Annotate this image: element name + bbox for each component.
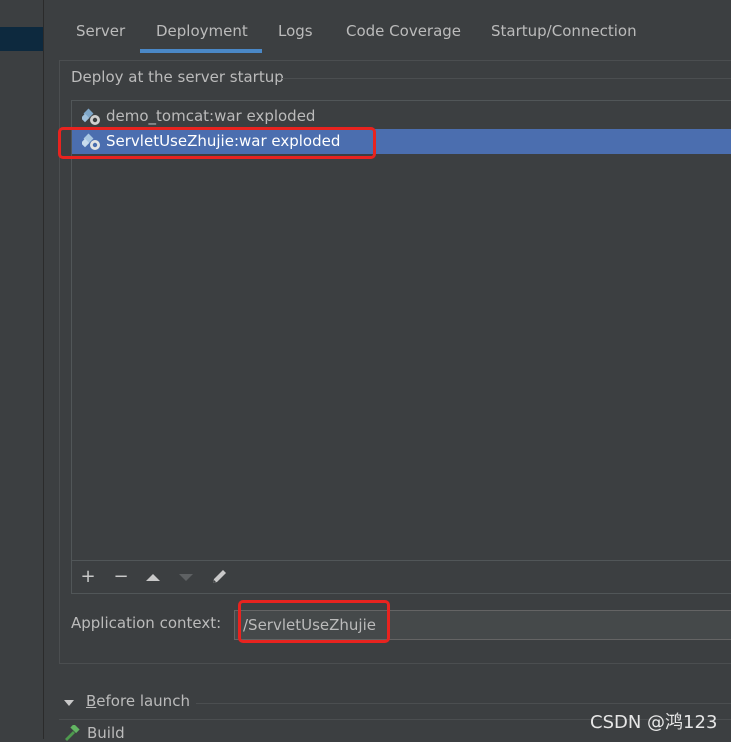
pencil-icon <box>213 570 226 583</box>
left-panel <box>0 0 44 739</box>
artifact-list[interactable]: demo_tomcat:war exploded ServletUseZhuji… <box>71 100 731 594</box>
collapse-arrow-icon[interactable] <box>63 698 75 708</box>
arrow-down-icon <box>179 574 193 581</box>
tab-logs[interactable]: Logs <box>278 10 313 52</box>
section-title: Deploy at the server startup <box>71 68 284 86</box>
add-button[interactable]: + <box>78 567 98 587</box>
list-item[interactable]: demo_tomcat:war exploded <box>72 104 731 129</box>
application-context-label: Application context: <box>71 614 222 632</box>
arrow-up-icon <box>146 574 160 581</box>
remove-button[interactable]: − <box>111 567 131 587</box>
build-label: Build <box>87 724 125 742</box>
tab-deployment[interactable]: Deployment <box>156 10 248 52</box>
artifact-icon <box>80 133 102 151</box>
section-divider <box>282 78 731 79</box>
edit-button[interactable] <box>209 567 229 587</box>
list-toolbar: + − <box>72 560 731 593</box>
tab-startup-connection[interactable]: Startup/Connection <box>491 10 637 52</box>
move-up-button[interactable] <box>143 567 163 587</box>
list-item-selected[interactable]: ServletUseZhujie:war exploded <box>72 129 731 154</box>
list-item-label: demo_tomcat:war exploded <box>106 107 316 125</box>
artifact-icon <box>80 108 102 126</box>
tab-server[interactable]: Server <box>76 10 125 52</box>
active-tab-indicator <box>140 49 262 53</box>
move-down-button[interactable] <box>176 567 196 587</box>
watermark: CSDN @鸿123 <box>590 712 718 733</box>
tab-code-coverage[interactable]: Code Coverage <box>346 10 461 52</box>
list-item-label: ServletUseZhujie:war exploded <box>106 132 341 150</box>
before-launch-divider <box>196 703 731 704</box>
left-panel-selection[interactable] <box>0 27 43 51</box>
before-launch-label[interactable]: Before launch <box>86 692 190 710</box>
application-context-input[interactable] <box>234 610 731 640</box>
